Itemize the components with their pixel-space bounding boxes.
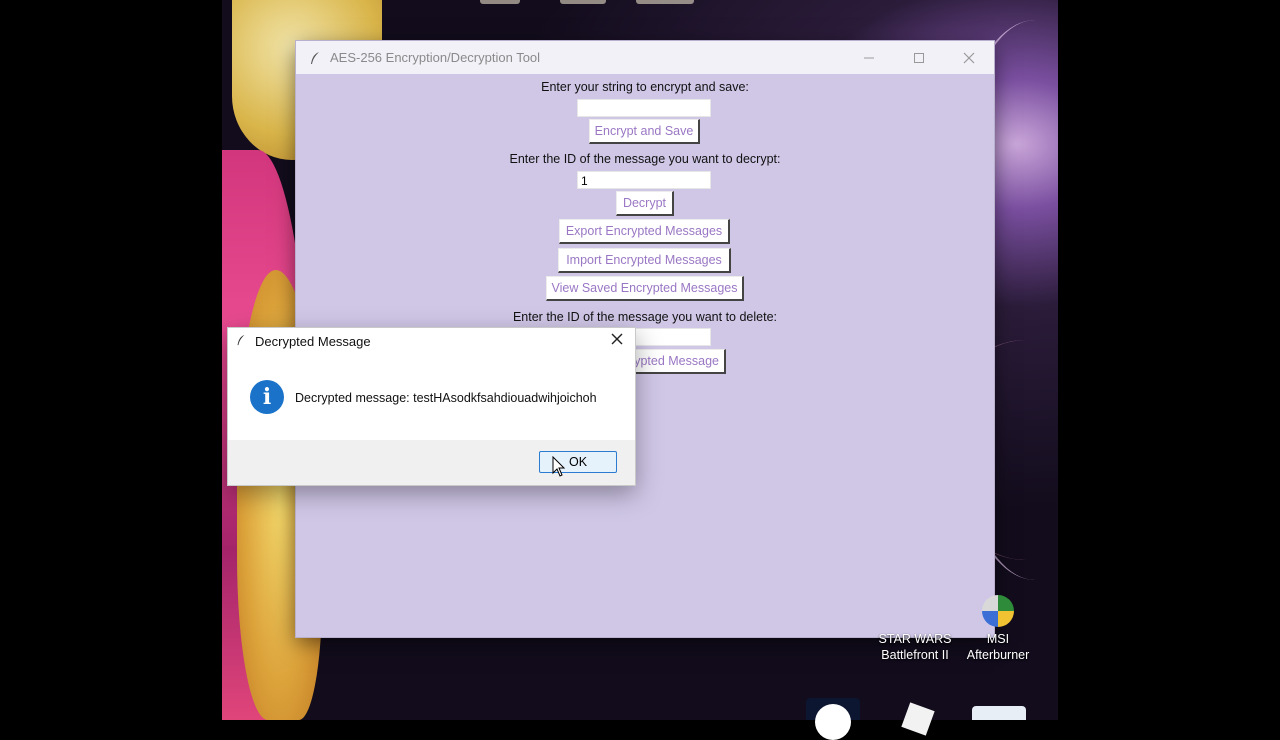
delete-label: Enter the ID of the message you want to … bbox=[512, 310, 778, 324]
feather-icon bbox=[235, 333, 247, 350]
desktop-icon-msi-afterburner[interactable]: MSI Afterburner bbox=[953, 595, 1043, 663]
dialog-message: Decrypted message: testHAsodkfsahdiouadw… bbox=[295, 391, 597, 405]
close-icon[interactable] bbox=[607, 331, 627, 351]
desktop-icon-label-cutoff bbox=[480, 0, 520, 4]
desktop-icon-label-cutoff bbox=[560, 0, 606, 4]
delete-message-button[interactable]: ypted Message bbox=[622, 349, 726, 374]
feather-icon bbox=[308, 51, 322, 65]
decrypted-message-dialog: Decrypted Message i Decrypted message: t… bbox=[227, 327, 636, 486]
minimize-icon[interactable] bbox=[846, 41, 892, 74]
encrypt-input[interactable] bbox=[577, 99, 711, 117]
info-icon: i bbox=[250, 380, 284, 414]
close-icon[interactable] bbox=[946, 41, 992, 74]
encrypt-label: Enter your string to encrypt and save: bbox=[541, 80, 749, 94]
taskbar-icon[interactable] bbox=[972, 706, 1026, 720]
export-messages-button[interactable]: Export Encrypted Messages bbox=[559, 219, 730, 244]
desktop-icon-star-wars[interactable]: STAR WARS Battlefront II bbox=[870, 595, 960, 663]
ok-button[interactable]: OK bbox=[539, 451, 617, 473]
decrypt-label: Enter the ID of the message you want to … bbox=[509, 152, 781, 166]
window-titlebar[interactable]: AES-256 Encryption/Decryption Tool bbox=[296, 41, 994, 74]
window-title: AES-256 Encryption/Decryption Tool bbox=[330, 50, 541, 65]
decrypt-button[interactable]: Decrypt bbox=[616, 191, 674, 216]
desktop-icon-label: Battlefront II bbox=[881, 648, 949, 662]
app-icon bbox=[815, 704, 851, 740]
mouse-cursor-icon bbox=[552, 456, 566, 477]
app-icon bbox=[901, 702, 935, 736]
dialog-titlebar[interactable]: Decrypted Message bbox=[228, 328, 635, 355]
game-icon bbox=[899, 595, 931, 627]
encrypt-and-save-button[interactable]: Encrypt and Save bbox=[589, 119, 700, 144]
desktop-icon-label: Afterburner bbox=[966, 648, 1030, 662]
desktop-icon-label-cutoff bbox=[636, 0, 694, 4]
taskbar-icon[interactable] bbox=[806, 698, 860, 740]
maximize-icon[interactable] bbox=[896, 41, 942, 74]
msi-afterburner-icon bbox=[982, 595, 1014, 627]
taskbar-icon[interactable] bbox=[895, 698, 941, 736]
desktop-icon-label: STAR WARS bbox=[878, 632, 952, 646]
dialog-body: i Decrypted message: testHAsodkfsahdioua… bbox=[228, 355, 635, 439]
desktop-icon-label: MSI bbox=[986, 632, 1010, 646]
dialog-title: Decrypted Message bbox=[255, 334, 371, 349]
dialog-footer: OK bbox=[228, 440, 635, 485]
view-saved-messages-button[interactable]: View Saved Encrypted Messages bbox=[546, 276, 744, 301]
import-messages-button[interactable]: Import Encrypted Messages bbox=[558, 248, 731, 273]
decrypt-id-input[interactable]: 1 bbox=[577, 171, 711, 189]
